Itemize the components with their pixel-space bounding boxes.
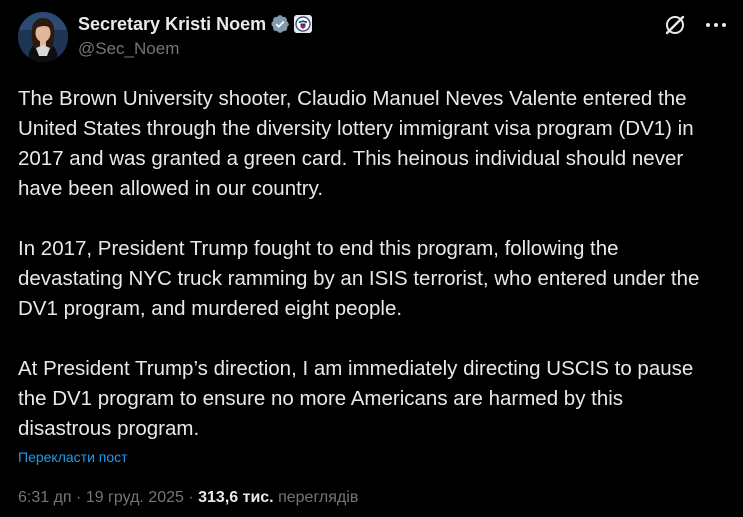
author-handle[interactable]: @Sec_Noem bbox=[78, 39, 312, 59]
post-text: The Brown University shooter, Claudio Ma… bbox=[18, 84, 730, 444]
views-label: переглядів bbox=[278, 489, 359, 506]
dhs-seal-icon[interactable] bbox=[294, 15, 313, 33]
post-paragraph-2: In 2017, President Trump fought to end t… bbox=[18, 237, 700, 320]
post-meta: 6:31 дп · 19 груд. 2025 · 313,6 тис. пер… bbox=[18, 489, 358, 507]
post-paragraph-3: At President Trump’s direction, I am imm… bbox=[18, 357, 694, 440]
translate-post-link[interactable]: Перекласти пост bbox=[18, 449, 128, 465]
post-header: Secretary Kristi Noem @Sec_Noem bbox=[18, 10, 729, 62]
avatar[interactable] bbox=[18, 12, 68, 62]
post-time[interactable]: 6:31 дп bbox=[18, 489, 72, 506]
name-row: Secretary Kristi Noem bbox=[78, 12, 313, 36]
meta-separator: · bbox=[71, 489, 86, 506]
name-block: Secretary Kristi Noem @Sec_Noem bbox=[78, 12, 313, 59]
display-name[interactable]: Secretary Kristi Noem bbox=[78, 14, 266, 35]
views-count[interactable]: 313,6 тис. bbox=[198, 489, 274, 506]
grok-icon[interactable] bbox=[663, 13, 687, 37]
verified-badge-icon[interactable] bbox=[270, 14, 290, 34]
meta-separator: · bbox=[183, 489, 199, 506]
avatar-image bbox=[18, 12, 68, 62]
post-date[interactable]: 19 груд. 2025 bbox=[86, 489, 184, 506]
more-icon[interactable] bbox=[703, 13, 729, 37]
post-paragraph-1: The Brown University shooter, Claudio Ma… bbox=[18, 87, 694, 200]
